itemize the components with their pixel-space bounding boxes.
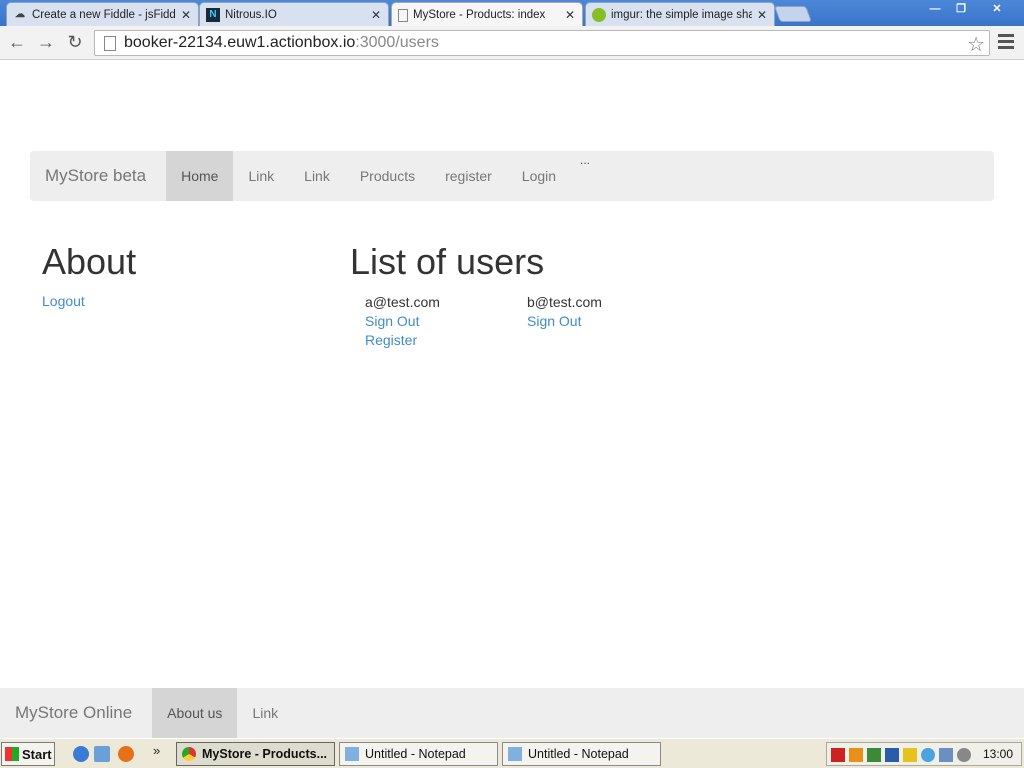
explorer-icon[interactable] xyxy=(94,746,110,762)
volume-icon[interactable] xyxy=(957,748,971,762)
navbar-brand[interactable]: MyStore beta xyxy=(30,151,166,201)
start-button[interactable]: Start xyxy=(1,742,55,766)
security-shield-icon[interactable] xyxy=(903,748,917,762)
footer-brand[interactable]: MyStore Online xyxy=(0,688,152,738)
monitors-icon[interactable] xyxy=(939,748,953,762)
close-tab-icon[interactable]: ✕ xyxy=(370,8,382,22)
task-notepad-2[interactable]: Untitled - Notepad xyxy=(502,742,661,766)
nitrous-icon: N xyxy=(206,7,220,22)
network-icon[interactable] xyxy=(885,748,899,762)
notepad-icon xyxy=(508,747,522,761)
notepad-icon xyxy=(345,747,359,761)
browser-toolbar: ← → ↻ booker-22134.euw1.actionbox.io :30… xyxy=(0,26,1024,60)
window-controls: — ❐ ✕ xyxy=(922,0,1020,17)
close-tab-icon[interactable]: ✕ xyxy=(756,8,768,22)
address-bar[interactable]: booker-22134.euw1.actionbox.io :3000/use… xyxy=(94,30,990,56)
web-page: MyStore beta Home Link Link Products reg… xyxy=(0,61,1024,688)
logout-link[interactable]: Logout xyxy=(42,293,85,309)
user-item: b@test.com Sign Out xyxy=(527,293,602,331)
nav-extra: ... xyxy=(580,153,591,167)
tab-jsfiddle[interactable]: ☁ Create a new Fiddle - jsFiddle ✕ xyxy=(6,2,199,26)
app-tray-icon[interactable] xyxy=(867,748,881,762)
quicklaunch-more-icon[interactable]: » xyxy=(153,743,160,758)
system-tray: 13:00 xyxy=(826,742,1022,766)
close-tab-icon[interactable]: ✕ xyxy=(180,8,192,22)
windows-taskbar: Start » MyStore - Products... Untitled -… xyxy=(0,738,1024,768)
page-icon xyxy=(398,8,408,22)
footer-about-us[interactable]: About us xyxy=(152,688,238,738)
app-tray-icon[interactable] xyxy=(849,748,863,762)
pdf-reader-icon[interactable] xyxy=(831,748,845,762)
user-email: a@test.com xyxy=(365,294,440,310)
footer-link[interactable]: Link xyxy=(237,688,293,738)
nav-link-1[interactable]: Link xyxy=(233,151,289,201)
nav-link-2[interactable]: Link xyxy=(289,151,345,201)
users-heading: List of users xyxy=(350,241,545,282)
user-email: b@test.com xyxy=(527,294,602,310)
bookmark-star-icon[interactable]: ☆ xyxy=(967,32,985,57)
url-host: booker-22134.euw1.actionbox.io xyxy=(124,34,356,51)
url-path: :3000/users xyxy=(355,34,439,51)
chrome-icon xyxy=(182,747,196,761)
new-tab-button[interactable] xyxy=(774,6,812,22)
tab-nitrous[interactable]: N Nitrous.IO ✕ xyxy=(199,2,389,26)
firefox-icon[interactable] xyxy=(118,746,134,762)
task-chrome[interactable]: MyStore - Products... xyxy=(176,742,335,766)
nav-register[interactable]: register xyxy=(430,151,507,201)
nav-products[interactable]: Products xyxy=(345,151,430,201)
tab-mystore[interactable]: MyStore - Products: index ✕ xyxy=(391,2,583,27)
top-navbar: MyStore beta Home Link Link Products reg… xyxy=(30,151,994,201)
sign-out-link[interactable]: Sign Out xyxy=(527,312,602,331)
page-icon xyxy=(104,35,116,51)
ie-icon[interactable] xyxy=(73,746,89,762)
register-link[interactable]: Register xyxy=(365,331,440,350)
close-window-icon[interactable]: ✕ xyxy=(974,0,1020,17)
about-heading: About xyxy=(42,241,137,282)
jsfiddle-icon: ☁ xyxy=(15,9,25,20)
sign-out-link[interactable]: Sign Out xyxy=(365,312,440,331)
chrome-menu-icon[interactable] xyxy=(998,34,1014,52)
footer-navbar: MyStore Online About us Link xyxy=(0,688,1024,738)
restore-icon[interactable]: ❐ xyxy=(948,0,974,17)
user-item: a@test.com Sign Out Register xyxy=(365,293,440,350)
clock: 13:00 xyxy=(982,747,1013,761)
browser-tabstrip: ☁ Create a new Fiddle - jsFiddle ✕ N Nit… xyxy=(0,0,1024,27)
updates-icon[interactable] xyxy=(921,748,935,762)
close-tab-icon[interactable]: ✕ xyxy=(564,8,576,22)
task-notepad-1[interactable]: Untitled - Notepad xyxy=(339,742,498,766)
tab-imgur[interactable]: imgur: the simple image sharer ✕ xyxy=(585,2,775,26)
minimize-icon[interactable]: — xyxy=(922,0,948,17)
forward-arrow-icon[interactable]: → xyxy=(35,31,57,53)
back-arrow-icon[interactable]: ← xyxy=(6,31,28,53)
reload-icon[interactable]: ↻ xyxy=(64,31,86,53)
imgur-icon xyxy=(592,7,606,22)
windows-flag-icon xyxy=(5,747,19,761)
nav-login[interactable]: Login xyxy=(507,151,571,201)
nav-home[interactable]: Home xyxy=(166,151,234,201)
